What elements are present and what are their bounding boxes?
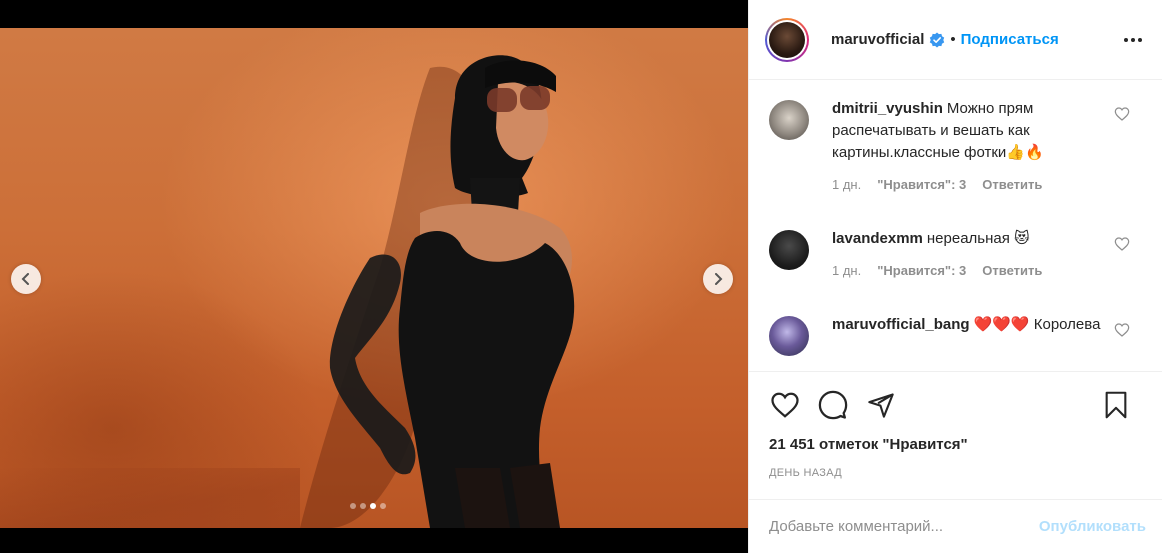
heart-icon[interactable]: [1114, 236, 1130, 252]
carousel-dot: [350, 503, 356, 509]
comment-icon: [818, 390, 848, 420]
author-avatar[interactable]: [765, 17, 809, 62]
author-username[interactable]: maruvofficial: [831, 31, 924, 48]
comment-like-count[interactable]: "Нравится": 3: [877, 174, 966, 196]
comment-text: нереальная 😻: [926, 230, 1030, 247]
add-comment-bar: Опубликовать: [749, 499, 1162, 553]
carousel-dot: [370, 503, 376, 509]
comment-text: ❤️❤️❤️ Королева: [973, 316, 1101, 333]
heart-icon[interactable]: [1114, 322, 1130, 338]
reply-button[interactable]: Ответить: [982, 260, 1042, 282]
chevron-right-icon: [715, 273, 723, 285]
carousel-indicator: [350, 503, 386, 509]
heart-icon[interactable]: [1114, 106, 1130, 122]
comment-input[interactable]: [769, 518, 1039, 535]
comment-like-count[interactable]: "Нравится": 3: [877, 260, 966, 282]
carousel-dot: [360, 503, 366, 509]
more-horizontal-icon[interactable]: [1124, 38, 1142, 42]
comment-username[interactable]: dmitrii_vyushin: [832, 100, 943, 117]
post-header: maruvofficial • Подписаться: [749, 0, 1162, 80]
bookmark-icon: [1105, 391, 1127, 419]
commenter-avatar[interactable]: [769, 100, 809, 140]
publish-button[interactable]: Опубликовать: [1039, 518, 1146, 535]
comments-list: dmitrii_vyushin Можно прям распечатывать …: [749, 80, 1162, 372]
comment-item: dmitrii_vyushin Можно прям распечатывать …: [749, 98, 1162, 228]
like-count[interactable]: 21 451 отметок "Нравится": [749, 436, 1162, 453]
heart-icon: [771, 392, 799, 418]
comment-time[interactable]: 1 дн.: [832, 260, 861, 282]
comment-username[interactable]: maruvofficial_bang: [832, 316, 970, 333]
post-date[interactable]: День назад: [749, 467, 1162, 479]
comment-time[interactable]: 1 дн.: [832, 174, 861, 196]
verified-badge-icon: [929, 32, 945, 48]
post-side-panel: maruvofficial • Подписаться dmitrii_vyus…: [748, 0, 1162, 553]
avatar-image: [769, 21, 805, 58]
post-actions: [749, 372, 1162, 438]
photo-subject: [300, 55, 575, 528]
paper-plane-icon: [868, 393, 894, 418]
commenter-avatar[interactable]: [769, 230, 809, 270]
chevron-left-icon: [21, 273, 29, 285]
commenter-avatar[interactable]: [769, 316, 809, 356]
separator-dot: •: [950, 31, 956, 48]
follow-button[interactable]: Подписаться: [961, 31, 1059, 48]
comment-item: maruvofficial_bang ❤️❤️❤️ Королева: [749, 314, 1162, 371]
post-photo: [0, 28, 748, 528]
post-media: [0, 0, 748, 553]
comment-username[interactable]: lavandexmm: [832, 230, 923, 247]
reply-button[interactable]: Ответить: [982, 174, 1042, 196]
save-button[interactable]: [1100, 389, 1132, 421]
carousel-prev-button[interactable]: [11, 264, 41, 294]
carousel-dot: [380, 503, 386, 509]
comment-button[interactable]: [817, 389, 849, 421]
like-button[interactable]: [769, 389, 801, 421]
share-button[interactable]: [865, 389, 897, 421]
comment-item: lavandexmm нереальная 😻 1 дн. "Нравится":…: [749, 228, 1162, 314]
carousel-next-button[interactable]: [703, 264, 733, 294]
